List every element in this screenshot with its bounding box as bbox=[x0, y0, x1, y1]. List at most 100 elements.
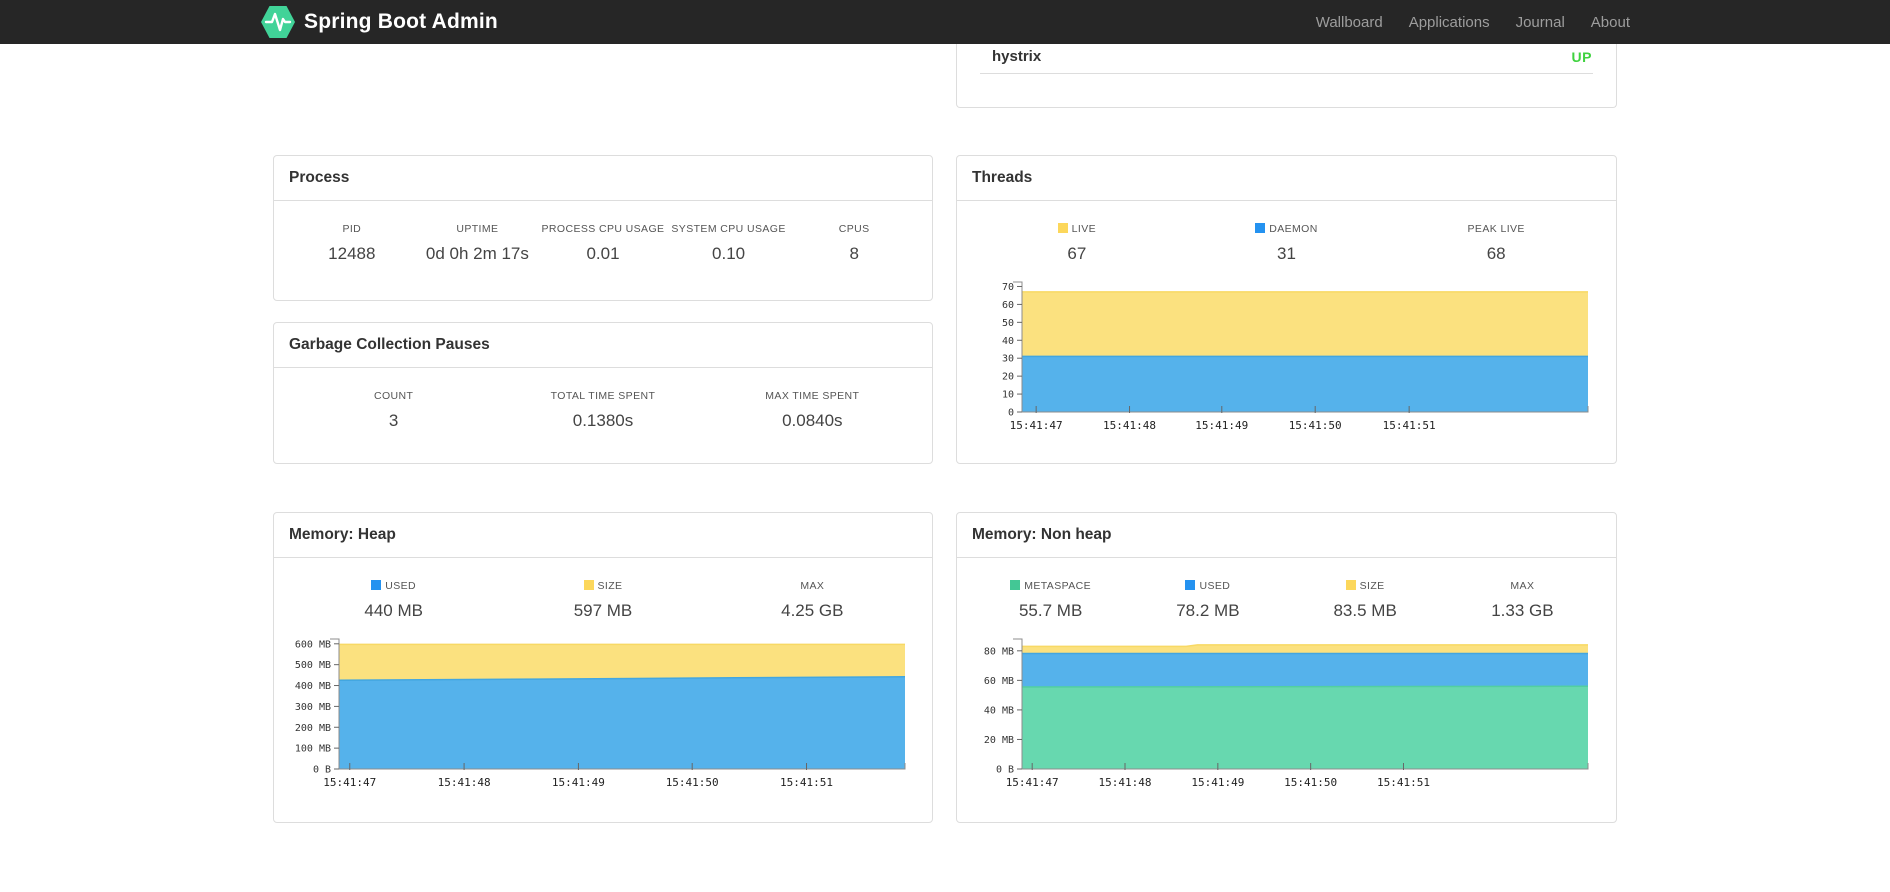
gc-stats: COUNT 3 TOTAL TIME SPENT 0.1380s MAX TIME SP… bbox=[289, 390, 917, 431]
application-name[interactable]: hystrix bbox=[992, 48, 1041, 65]
stat-value: 8 bbox=[849, 244, 859, 263]
brand[interactable]: Spring Boot Admin bbox=[260, 3, 498, 41]
nav-item-about[interactable]: About bbox=[1578, 14, 1630, 31]
stat: SIZE 597 MB bbox=[498, 580, 707, 621]
svg-text:500 MB: 500 MB bbox=[295, 660, 331, 671]
svg-text:60 MB: 60 MB bbox=[984, 676, 1014, 687]
page: Spring Boot Admin Wallboard Applications… bbox=[0, 0, 1890, 892]
stat-label: PID bbox=[342, 223, 362, 235]
svg-text:600 MB: 600 MB bbox=[295, 639, 331, 650]
svg-text:15:41:50: 15:41:50 bbox=[1284, 776, 1337, 789]
row-memory: Memory: Heap USED 440 MB SIZE 597 MB MAX 4.25… bbox=[273, 512, 1617, 823]
stat-label: DAEMON bbox=[1182, 223, 1392, 235]
stat-value: 68 bbox=[1486, 244, 1506, 263]
stat-label: USED bbox=[1129, 580, 1286, 592]
stat-value: 3 bbox=[388, 411, 399, 430]
stat: TOTAL TIME SPENT 0.1380s bbox=[498, 390, 707, 431]
memory-nonheap-chart: 0 B 20 MB 40 MB 60 MB 80 MB 15:41:47 15:41:48 1… bbox=[972, 629, 1601, 793]
gc-panel: Garbage Collection Pauses COUNT 3 TOTAL TI… bbox=[273, 322, 933, 464]
stat: USED 440 MB bbox=[289, 580, 498, 621]
svg-text:15:41:48: 15:41:48 bbox=[1103, 419, 1156, 432]
stat: DAEMON 31 bbox=[1182, 223, 1392, 264]
stat-value: 0.01 bbox=[586, 244, 620, 263]
svg-text:100 MB: 100 MB bbox=[295, 744, 331, 755]
stat: SIZE 83.5 MB bbox=[1287, 580, 1444, 621]
stat-value: 440 MB bbox=[364, 601, 423, 620]
stat-label: SYSTEM CPU USAGE bbox=[671, 223, 786, 235]
stat: METASPACE 55.7 MB bbox=[972, 580, 1129, 621]
stat-value: 83.5 MB bbox=[1333, 601, 1397, 620]
stat-label: UPTIME bbox=[456, 223, 499, 235]
stat: PROCESS CPU USAGE 0.01 bbox=[540, 223, 666, 264]
stat: MAX 1.33 GB bbox=[1444, 580, 1601, 621]
svg-text:15:41:48: 15:41:48 bbox=[1099, 776, 1152, 789]
svg-text:40 MB: 40 MB bbox=[984, 705, 1014, 716]
legend-swatch-icon bbox=[1185, 580, 1196, 590]
nav-item-journal[interactable]: Journal bbox=[1503, 14, 1578, 31]
stat-value: 55.7 MB bbox=[1018, 601, 1083, 620]
memory-nonheap-panel-title: Memory: Non heap bbox=[957, 513, 1616, 558]
nav-item-wallboard[interactable]: Wallboard bbox=[1303, 14, 1396, 31]
svg-text:15:41:51: 15:41:51 bbox=[1377, 776, 1430, 789]
application-row[interactable]: hystrix UP bbox=[957, 44, 1616, 73]
stat: PEAK LIVE 68 bbox=[1391, 223, 1601, 264]
svg-text:0 B: 0 B bbox=[313, 765, 331, 776]
stat-value: 0.1380s bbox=[572, 411, 634, 430]
stat-value: 67 bbox=[1067, 244, 1087, 263]
stat: MAX 4.25 GB bbox=[708, 580, 917, 621]
svg-text:15:41:51: 15:41:51 bbox=[1383, 419, 1436, 432]
svg-text:0: 0 bbox=[1008, 408, 1014, 419]
stat-value: 12488 bbox=[328, 244, 376, 263]
row-process-threads: Process PID 12488 UPTIME 0d 0h 2m 17s PROCES… bbox=[273, 155, 1617, 464]
memory-heap-chart: 0 B 100 MB 200 MB 300 MB 400 MB 500 MB 600 MB 1… bbox=[289, 629, 917, 793]
legend-swatch-icon bbox=[371, 580, 382, 590]
stat-label: SIZE bbox=[1287, 580, 1444, 592]
stat-value: 0d 0h 2m 17s bbox=[425, 244, 529, 263]
stat-label: LIVE bbox=[972, 223, 1182, 235]
memory-heap-panel: Memory: Heap USED 440 MB SIZE 597 MB MAX 4.25… bbox=[273, 512, 933, 823]
stat: COUNT 3 bbox=[289, 390, 498, 431]
memory-heap-panel-title: Memory: Heap bbox=[274, 513, 932, 558]
stat: PID 12488 bbox=[289, 223, 415, 264]
svg-text:15:41:50: 15:41:50 bbox=[1289, 419, 1342, 432]
legend-swatch-icon bbox=[1057, 223, 1068, 233]
nav-item-applications[interactable]: Applications bbox=[1396, 14, 1503, 31]
svg-text:40: 40 bbox=[1002, 336, 1014, 347]
svg-text:15:41:47: 15:41:47 bbox=[1006, 776, 1059, 789]
svg-text:400 MB: 400 MB bbox=[295, 681, 331, 692]
svg-text:30: 30 bbox=[1002, 354, 1014, 365]
svg-text:15:41:47: 15:41:47 bbox=[323, 776, 376, 789]
navbar: Spring Boot Admin Wallboard Applications… bbox=[0, 0, 1890, 44]
threads-stats: LIVE 67 DAEMON 31 PEAK LIVE 68 bbox=[972, 223, 1601, 264]
stat-label: PROCESS CPU USAGE bbox=[541, 223, 665, 235]
stat: CPUS 8 bbox=[791, 223, 917, 264]
svg-text:15:41:50: 15:41:50 bbox=[666, 776, 719, 789]
stat-label: TOTAL TIME SPENT bbox=[550, 390, 656, 402]
stat: USED 78.2 MB bbox=[1129, 580, 1286, 621]
svg-text:15:41:49: 15:41:49 bbox=[1191, 776, 1244, 789]
threads-panel: Threads LIVE 67 DAEMON 31 PEAK LIVE 68 0 10 20 3… bbox=[956, 155, 1617, 464]
svg-text:15:41:49: 15:41:49 bbox=[1195, 419, 1248, 432]
stat-value: 31 bbox=[1277, 244, 1296, 263]
svg-text:15:41:47: 15:41:47 bbox=[1010, 419, 1063, 432]
memory-nonheap-panel: Memory: Non heap METASPACE 55.7 MB USED 78.… bbox=[956, 512, 1617, 823]
stat-label: COUNT bbox=[373, 390, 414, 402]
stat-label: MAX bbox=[1510, 580, 1535, 592]
pulse-logo-icon bbox=[261, 6, 295, 38]
stat-label: CPUS bbox=[838, 223, 870, 235]
svg-text:200 MB: 200 MB bbox=[295, 723, 331, 734]
application-panel: hystrix UP bbox=[956, 44, 1617, 108]
svg-text:70: 70 bbox=[1002, 282, 1014, 293]
process-panel-title: Process bbox=[274, 156, 932, 201]
svg-text:300 MB: 300 MB bbox=[295, 702, 331, 713]
svg-text:20: 20 bbox=[1002, 372, 1014, 383]
legend-swatch-icon bbox=[1255, 223, 1266, 233]
nav-links: Wallboard Applications Journal About bbox=[1303, 14, 1630, 31]
stat-value: 78.2 MB bbox=[1176, 601, 1240, 620]
stat-label: MAX TIME SPENT bbox=[765, 390, 860, 402]
legend-swatch-icon bbox=[1010, 580, 1021, 590]
memory-nonheap-stats: METASPACE 55.7 MB USED 78.2 MB SIZE 83.5 MB MA… bbox=[972, 580, 1601, 621]
application-status-badge: UP bbox=[1571, 48, 1592, 65]
process-panel: Process PID 12488 UPTIME 0d 0h 2m 17s PROCES… bbox=[273, 155, 933, 301]
stat-value: 1.33 GB bbox=[1491, 601, 1554, 620]
